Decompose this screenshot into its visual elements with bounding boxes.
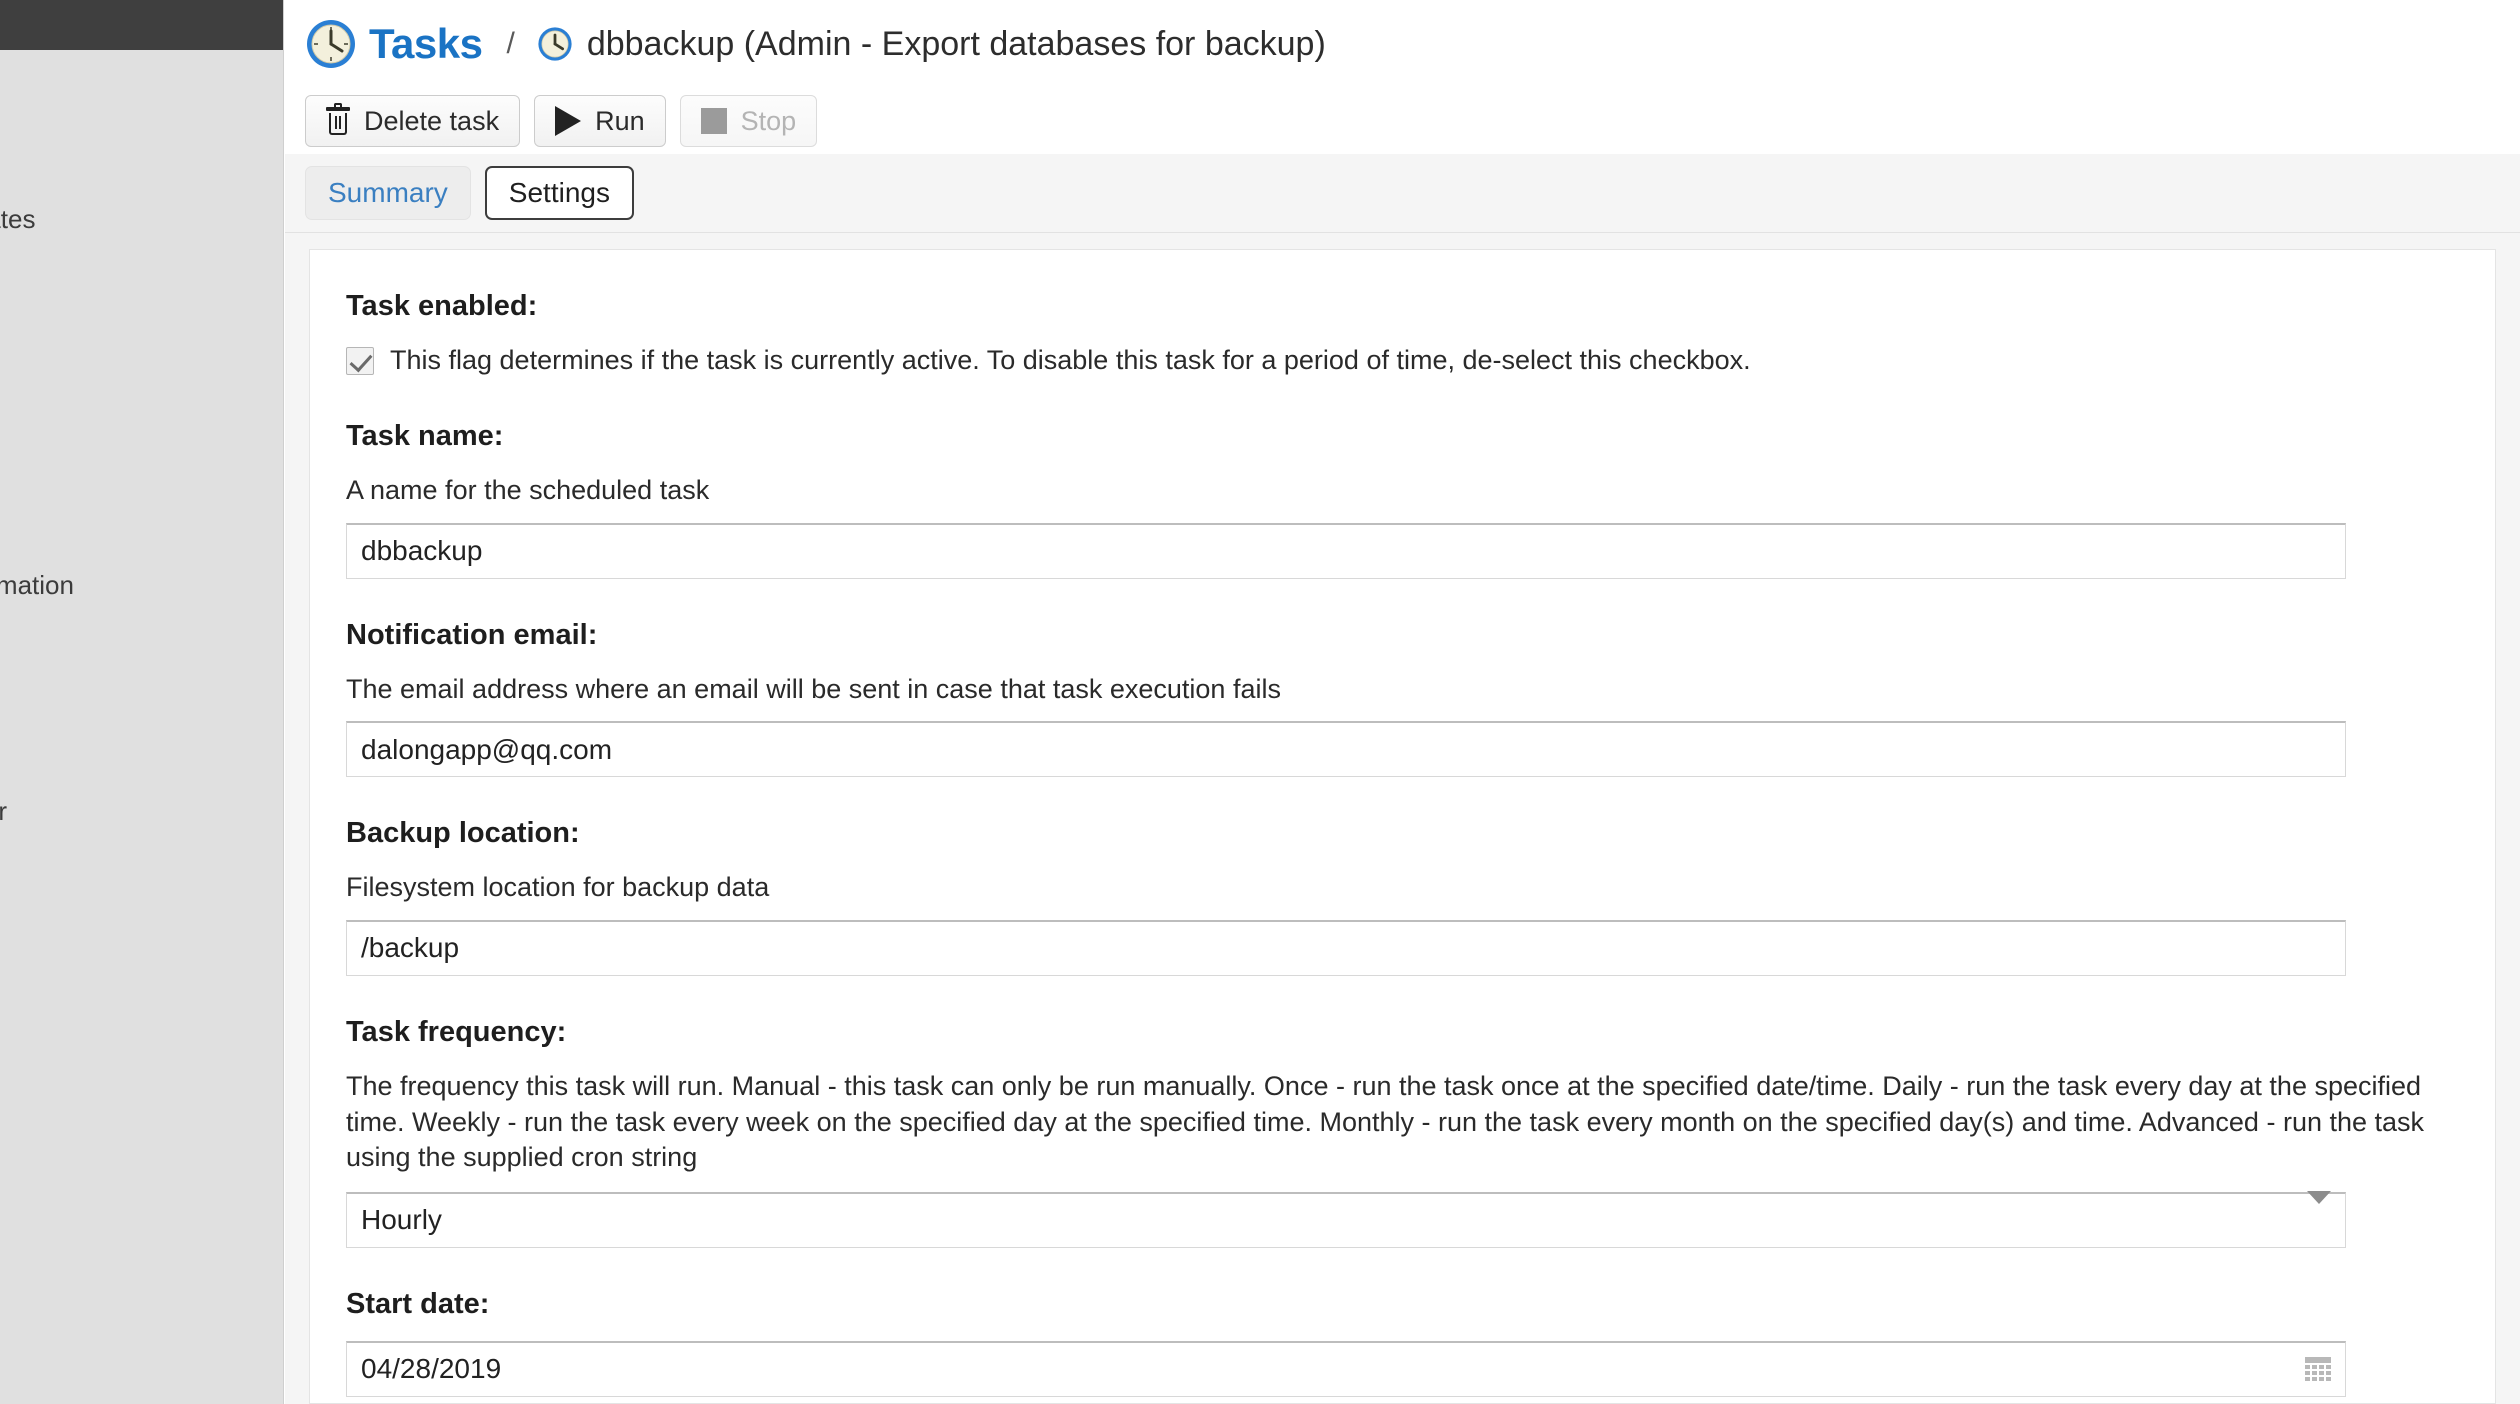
clock-icon bbox=[537, 26, 573, 62]
content-area: Task enabled: This flag determines if th… bbox=[285, 233, 2520, 1404]
tab-settings[interactable]: Settings bbox=[484, 166, 634, 220]
sidebar-item-bundles[interactable]: Bundles bbox=[0, 704, 283, 734]
notification-email-help: The email address where an email will be… bbox=[346, 673, 1281, 704]
task-name-help: A name for the scheduled task bbox=[346, 475, 710, 506]
sidebar-item-support-zip[interactable]: Support ZIP bbox=[0, 524, 283, 554]
stop-button: Stop bbox=[679, 95, 818, 147]
task-toolbar: Delete task Run Stop bbox=[285, 88, 2520, 154]
sidebar-item-log-viewer[interactable]: Log Viewer bbox=[0, 386, 283, 416]
sidebar-item-anonymous[interactable]: Anonymous bbox=[0, 42, 283, 72]
breadcrumb-current: dbbackup (Admin - Export databases for b… bbox=[586, 24, 1326, 63]
notification-email-value: dalongapp@qq.com bbox=[361, 733, 613, 765]
sidebar-item-capabilities[interactable]: Capabilities bbox=[0, 750, 283, 780]
sidebar-item-cluster[interactable]: Cluster bbox=[0, 250, 283, 280]
task-enabled-label: Task enabled: bbox=[346, 290, 538, 322]
run-label: Run bbox=[595, 105, 645, 136]
task-frequency-help: The frequency this task will run. Manual… bbox=[346, 1070, 2425, 1173]
start-date-value: 04/28/2019 bbox=[361, 1353, 502, 1385]
page-title[interactable]: Tasks bbox=[369, 20, 483, 68]
app-screen: Anonymous LDAP Permissions SSL Certifica… bbox=[0, 0, 2520, 1404]
backup-location-label: Backup location: bbox=[346, 817, 580, 850]
task-name-value: dbbackup bbox=[361, 535, 483, 567]
sidebar-item-licensing[interactable]: Licensing bbox=[0, 888, 283, 918]
sidebar-item-label: System Information bbox=[0, 570, 74, 600]
field-task-enabled: Task enabled: This flag determines if th… bbox=[346, 290, 2459, 378]
task-enabled-row: This flag determines if the task is curr… bbox=[346, 343, 2459, 378]
tab-bar: Summary Settings bbox=[285, 154, 2520, 233]
sidebar-item-permissions[interactable]: Permissions bbox=[0, 158, 283, 188]
backup-location-help: Filesystem location for backup data bbox=[346, 872, 770, 903]
task-frequency-value: Hourly bbox=[361, 1204, 442, 1236]
sidebar-item-system-information[interactable]: System Information bbox=[0, 570, 283, 600]
delete-task-label: Delete task bbox=[364, 105, 500, 136]
backup-location-input[interactable]: /backup bbox=[346, 919, 2346, 976]
task-enabled-checkbox[interactable] bbox=[346, 347, 374, 375]
calendar-icon[interactable] bbox=[2305, 1357, 2331, 1382]
backup-location-value: /backup bbox=[361, 932, 460, 964]
field-task-frequency: Task frequency: The frequency this task … bbox=[346, 1016, 2459, 1248]
settings-form: Task enabled: This flag determines if th… bbox=[309, 249, 2496, 1404]
sidebar-item-label: SSL Certificates bbox=[0, 204, 36, 234]
breadcrumb-separator: / bbox=[506, 27, 515, 60]
field-start-date: Start date: 04/28/2019 bbox=[346, 1288, 2459, 1397]
delete-task-button[interactable]: Delete task bbox=[305, 95, 521, 147]
tab-summary-label: Summary bbox=[328, 177, 448, 208]
sidebar-item-ssl-certificates[interactable]: SSL Certificates bbox=[0, 204, 283, 234]
stop-icon bbox=[700, 108, 727, 134]
notification-email-input[interactable]: dalongapp@qq.com bbox=[346, 721, 2346, 778]
task-frequency-select[interactable]: Hourly bbox=[346, 1191, 2346, 1248]
trash-icon bbox=[326, 103, 350, 135]
sidebar-item-logging[interactable]: Logging bbox=[0, 340, 283, 370]
task-frequency-label: Task frequency: bbox=[346, 1015, 567, 1048]
main-panel: Tasks / dbbackup (Admin - Export databas… bbox=[285, 0, 2520, 1404]
task-name-input[interactable]: dbbackup bbox=[346, 522, 2346, 579]
field-notification-email: Notification email: The email address wh… bbox=[346, 619, 2459, 778]
start-date-label: Start date: bbox=[346, 1287, 490, 1320]
start-date-input[interactable]: 04/28/2019 bbox=[346, 1340, 2346, 1397]
notification-email-label: Notification email: bbox=[346, 618, 598, 651]
run-button[interactable]: Run bbox=[534, 95, 666, 147]
task-name-label: Task name: bbox=[346, 420, 504, 453]
task-enabled-description: This flag determines if the task is curr… bbox=[390, 345, 1751, 375]
field-backup-location: Backup location: Filesystem location for… bbox=[346, 817, 2459, 976]
tab-settings-label: Settings bbox=[508, 177, 610, 208]
sidebar-item-tasks[interactable]: Tasks bbox=[0, 478, 283, 508]
sidebar-item-virtual-server[interactable]: Virtual Server bbox=[0, 796, 283, 826]
sidebar: Anonymous LDAP Permissions SSL Certifica… bbox=[0, 0, 284, 1404]
sidebar-item-ldap[interactable]: LDAP bbox=[0, 88, 283, 118]
sidebar-item-metrics[interactable]: Metrics bbox=[0, 432, 283, 462]
chevron-down-icon[interactable] bbox=[2307, 1191, 2331, 1236]
sidebar-item-backup[interactable]: Backup bbox=[0, 842, 283, 872]
play-icon bbox=[555, 106, 582, 136]
field-task-name: Task name: A name for the scheduled task… bbox=[346, 420, 2459, 579]
clock-icon bbox=[305, 18, 357, 70]
breadcrumb: Tasks / dbbackup (Admin - Export databas… bbox=[285, 0, 2520, 88]
sidebar-item-label: Virtual Server bbox=[0, 796, 7, 826]
stop-label: Stop bbox=[740, 105, 797, 136]
tab-summary[interactable]: Summary bbox=[305, 166, 471, 220]
